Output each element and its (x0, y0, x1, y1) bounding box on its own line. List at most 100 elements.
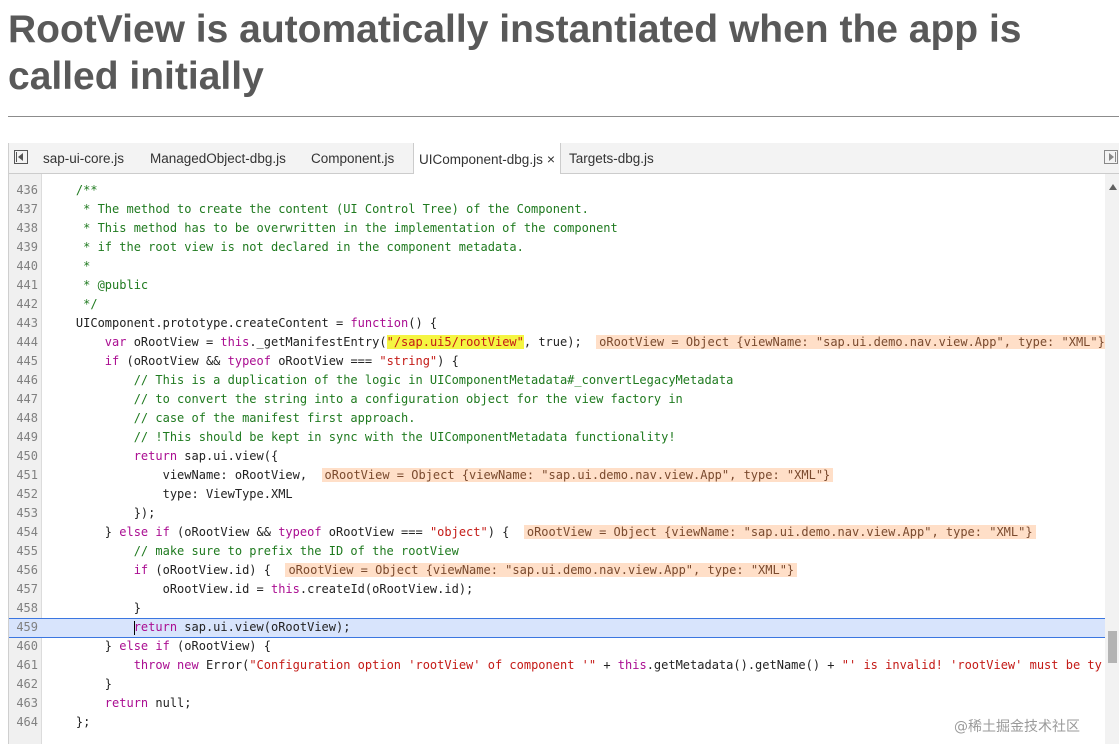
line-number[interactable]: 462 (9, 675, 38, 694)
code-line[interactable]: 443 UIComponent.prototype.createContent … (9, 314, 1105, 333)
line-number[interactable]: 450 (9, 447, 38, 466)
tab-component[interactable]: Component.js (311, 143, 394, 173)
code-text: oRootView.id = this.createId(oRootView.i… (47, 580, 474, 599)
code-text: * (47, 257, 90, 276)
code-line[interactable]: 458 } (9, 599, 1105, 618)
code-line[interactable]: 453 }); (9, 504, 1105, 523)
line-number[interactable]: 464 (9, 713, 38, 732)
line-number[interactable]: 445 (9, 352, 38, 371)
scroll-up-arrow-icon[interactable] (1109, 184, 1117, 190)
code-line[interactable]: 451 viewName: oRootView, oRootView = Obj… (9, 466, 1105, 485)
line-number[interactable]: 447 (9, 390, 38, 409)
code-token: oRootView === (270, 354, 380, 368)
line-number[interactable]: 449 (9, 428, 38, 447)
code-line[interactable]: 441 * @public (9, 276, 1105, 295)
line-number[interactable]: 463 (9, 694, 38, 713)
code-line[interactable]: 455 // make sure to prefix the ID of the… (9, 542, 1105, 561)
code-line[interactable]: 445 if (oRootView && typeof oRootView ==… (9, 352, 1105, 371)
code-line[interactable]: 438 * This method has to be overwritten … (9, 219, 1105, 238)
code-token: (oRootView && (119, 354, 228, 368)
debugger-pane-toggle-icon[interactable] (1104, 150, 1118, 164)
code-text: UIComponent.prototype.createContent = fu… (47, 314, 437, 333)
line-number[interactable]: 436 (9, 181, 38, 200)
line-number[interactable]: 453 (9, 504, 38, 523)
tab-uicomponent-dbg[interactable]: UIComponent-dbg.js × (413, 143, 562, 174)
code-editor[interactable]: 436 /** 437 * The method to create the co… (9, 174, 1105, 744)
line-number[interactable]: 455 (9, 542, 38, 561)
code-token: * The method to create the content (UI C… (47, 202, 589, 216)
code-line[interactable]: 454 } else if (oRootView && typeof oRoot… (9, 523, 1105, 542)
line-number[interactable]: 437 (9, 200, 38, 219)
line-number[interactable]: 452 (9, 485, 38, 504)
line-number[interactable]: 438 (9, 219, 38, 238)
code-token: .getMetadata().getName() + (646, 658, 842, 672)
code-token: return (133, 449, 178, 463)
code-line[interactable]: 449 // !This should be kept in sync with… (9, 428, 1105, 447)
sidebar-toggle-icon[interactable] (14, 150, 28, 164)
code-line[interactable]: 457 oRootView.id = this.createId(oRootVi… (9, 580, 1105, 599)
line-number[interactable]: 457 (9, 580, 38, 599)
line-number[interactable]: 442 (9, 295, 38, 314)
code-line[interactable]: 447 // to convert the string into a conf… (9, 390, 1105, 409)
code-line[interactable]: 456 if (oRootView.id) { oRootView = Obje… (9, 561, 1105, 580)
code-line[interactable]: 437 * The method to create the content (… (9, 200, 1105, 219)
scrollbar-thumb[interactable] (1108, 631, 1117, 663)
close-icon[interactable]: × (547, 151, 555, 167)
code-token: sap.ui.view(oRootView); (177, 620, 351, 634)
code-token: this (270, 582, 300, 596)
code-line[interactable]: 450 return sap.ui.view({ (9, 447, 1105, 466)
inline-variable-value: oRootView = Object {viewName: "sap.ui.de… (596, 335, 1105, 349)
code-text: */ (47, 295, 97, 314)
code-text: throw new Error("Configuration option 'r… (47, 656, 1102, 675)
code-line[interactable]: 446 // This is a duplication of the logi… (9, 371, 1105, 390)
code-token: else if (119, 525, 170, 539)
code-token: Error( (198, 658, 250, 672)
code-line[interactable]: 442 */ (9, 295, 1105, 314)
code-line[interactable]: 462 } (9, 675, 1105, 694)
vertical-scrollbar[interactable] (1105, 174, 1119, 744)
line-number[interactable]: 454 (9, 523, 38, 542)
code-line[interactable]: 444 var oRootView = this._getManifestEnt… (9, 333, 1105, 352)
tab-sap-ui-core[interactable]: sap-ui-core.js (43, 143, 124, 173)
tab-targets-dbg[interactable]: Targets-dbg.js (569, 143, 654, 173)
line-number[interactable]: 458 (9, 599, 38, 618)
code-line[interactable]: 439 * if the root view is not declared i… (9, 238, 1105, 257)
line-number[interactable]: 439 (9, 238, 38, 257)
code-text: } (47, 599, 141, 618)
line-number[interactable]: 451 (9, 466, 38, 485)
code-line[interactable]: 463 return null; (9, 694, 1105, 713)
line-number[interactable]: 459 (9, 619, 38, 636)
code-token: , true); (523, 335, 597, 349)
code-text: } else if (oRootView) { (47, 637, 271, 656)
code-text: // to convert the string into a configur… (47, 390, 683, 409)
line-number[interactable]: 460 (9, 637, 38, 656)
code-line[interactable]: 452 type: ViewType.XML (9, 485, 1105, 504)
line-number[interactable]: 443 (9, 314, 38, 333)
code-line-current[interactable]: 459 return sap.ui.view(oRootView); (9, 618, 1105, 638)
line-number[interactable]: 440 (9, 257, 38, 276)
line-number[interactable]: 456 (9, 561, 38, 580)
tab-managedobject-dbg[interactable]: ManagedObject-dbg.js (150, 143, 286, 173)
code-line[interactable]: 448 // case of the manifest first approa… (9, 409, 1105, 428)
title-divider (8, 116, 1119, 117)
code-token: .createId(oRootView.id); (299, 582, 474, 596)
code-text: * if the root view is not declared in th… (47, 238, 524, 257)
code-token: // case of the manifest first approach. (47, 411, 416, 425)
code-line[interactable]: 461 throw new Error("Configuration optio… (9, 656, 1105, 675)
code-text: // case of the manifest first approach. (47, 409, 416, 428)
code-token: UIComponent.prototype.createContent = (47, 316, 351, 330)
code-line[interactable]: 464 }; (9, 713, 1105, 732)
code-line[interactable]: 460 } else if (oRootView) { (9, 637, 1105, 656)
line-number[interactable]: 446 (9, 371, 38, 390)
tab-label: Targets-dbg.js (569, 151, 654, 166)
code-line[interactable]: 436 /** (9, 181, 1105, 200)
line-number[interactable]: 444 (9, 333, 38, 352)
line-number[interactable]: 448 (9, 409, 38, 428)
code-line[interactable]: 440 * (9, 257, 1105, 276)
line-number[interactable]: 461 (9, 656, 38, 675)
tab-label: sap-ui-core.js (43, 151, 125, 166)
line-number[interactable]: 441 (9, 276, 38, 295)
